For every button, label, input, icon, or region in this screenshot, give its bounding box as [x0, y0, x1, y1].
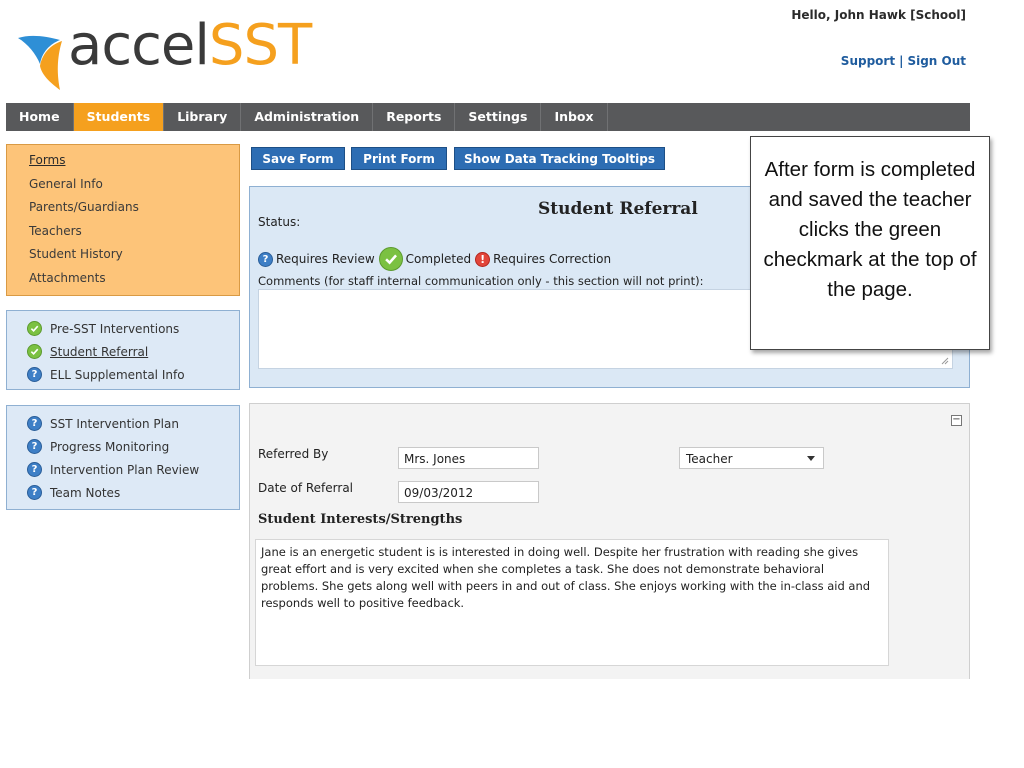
sidebar-item-label: Pre-SST Interventions	[50, 321, 180, 336]
status-options: ? Requires Review Completed ! Requires C…	[258, 247, 615, 271]
nav-home[interactable]: Home	[6, 103, 74, 131]
chevron-down-icon	[807, 456, 815, 461]
print-form-button[interactable]: Print Form	[351, 147, 447, 170]
requires-review-icon[interactable]: ?	[258, 251, 273, 267]
form-title: Student Referral	[538, 199, 698, 219]
requires-correction-icon[interactable]: !	[475, 251, 491, 267]
nav-library[interactable]: Library	[164, 103, 242, 131]
sidebar-item-label: Intervention Plan Review	[50, 462, 200, 477]
sst-forms-panel: Pre-SST Interventions Student Referral ?…	[6, 310, 240, 390]
status-label: Status:	[258, 215, 301, 229]
sidebar-item-attachments[interactable]: Attachments	[29, 271, 239, 295]
interests-textarea[interactable]: Jane is an energetic student is is inter…	[255, 539, 889, 666]
save-form-button[interactable]: Save Form	[251, 147, 345, 170]
completed-checkmark-icon[interactable]	[378, 247, 403, 271]
question-circle-icon: ?	[27, 439, 42, 454]
student-links-panel: Forms General Info Parents/Guardians Tea…	[6, 144, 240, 296]
link-separator: |	[899, 54, 904, 68]
sidebar-item-student-history[interactable]: Student History	[29, 247, 239, 271]
sidebar-item-label: Progress Monitoring	[50, 439, 170, 454]
role-select[interactable]: Teacher	[679, 447, 824, 469]
question-circle-icon: ?	[27, 485, 42, 500]
sidebar-item-intervention-plan-review[interactable]: ? Intervention Plan Review	[27, 458, 239, 481]
requires-review-label: Requires Review	[276, 252, 375, 266]
sidebar-item-label: Team Notes	[50, 485, 121, 500]
sign-out-link[interactable]: Sign Out	[907, 54, 966, 68]
sidebar-item-general-info[interactable]: General Info	[29, 177, 239, 201]
check-circle-icon	[27, 344, 42, 359]
nav-reports[interactable]: Reports	[373, 103, 456, 131]
sidebar-item-pre-sst-interventions[interactable]: Pre-SST Interventions	[27, 317, 239, 340]
sidebar-item-forms[interactable]: Forms	[29, 153, 239, 177]
question-circle-icon: ?	[27, 416, 42, 431]
nav-students[interactable]: Students	[73, 103, 165, 131]
resize-handle-icon[interactable]	[941, 357, 949, 365]
sidebar-item-teachers[interactable]: Teachers	[29, 224, 239, 248]
question-circle-icon: ?	[27, 462, 42, 477]
completed-label: Completed	[405, 252, 472, 266]
support-link[interactable]: Support	[841, 54, 895, 68]
date-of-referral-input[interactable]: 09/03/2012	[398, 481, 539, 503]
sidebar-item-label: ELL Supplemental Info	[50, 367, 185, 382]
main-nav: Home Students Library Administration Rep…	[6, 103, 970, 131]
sidebar-item-student-referral[interactable]: Student Referral	[27, 340, 239, 363]
collapse-icon[interactable]: −	[951, 415, 962, 426]
sidebar-item-team-notes[interactable]: ? Team Notes	[27, 481, 239, 504]
show-tooltips-button[interactable]: Show Data Tracking Tooltips	[454, 147, 665, 170]
plan-forms-panel: ? SST Intervention Plan ? Progress Monit…	[6, 405, 240, 510]
interests-heading: Student Interests/Strengths	[258, 512, 463, 527]
question-circle-icon: ?	[27, 367, 42, 382]
nav-inbox[interactable]: Inbox	[541, 103, 608, 131]
referred-by-label: Referred By	[258, 447, 329, 461]
role-select-value: Teacher	[686, 452, 733, 466]
user-greeting: Hello, John Hawk [School]	[791, 8, 966, 22]
sidebar-item-label: SST Intervention Plan	[50, 416, 179, 431]
top-links: Support | Sign Out	[841, 54, 966, 68]
sidebar-item-sst-intervention-plan[interactable]: ? SST Intervention Plan	[27, 412, 239, 435]
logo-swoosh-icon	[18, 35, 62, 90]
logo-wordmark: accelSST	[68, 13, 312, 78]
referred-by-input[interactable]: Mrs. Jones	[398, 447, 539, 469]
check-circle-icon	[27, 321, 42, 336]
sidebar-item-parents-guardians[interactable]: Parents/Guardians	[29, 200, 239, 224]
nav-settings[interactable]: Settings	[455, 103, 542, 131]
date-of-referral-label: Date of Referral	[258, 481, 354, 495]
referral-form-panel: − Referred By Mrs. Jones Teacher Date of…	[249, 403, 970, 679]
instruction-callout: After form is completed and saved the te…	[750, 136, 990, 350]
requires-correction-label: Requires Correction	[493, 252, 612, 266]
comments-label: Comments (for staff internal communicati…	[258, 274, 704, 288]
sidebar-item-progress-monitoring[interactable]: ? Progress Monitoring	[27, 435, 239, 458]
accelsst-logo[interactable]: accelSST	[16, 14, 346, 94]
nav-administration[interactable]: Administration	[241, 103, 374, 131]
sidebar-item-label: Student Referral	[50, 344, 149, 359]
sidebar-item-ell-supplemental-info[interactable]: ? ELL Supplemental Info	[27, 363, 239, 386]
